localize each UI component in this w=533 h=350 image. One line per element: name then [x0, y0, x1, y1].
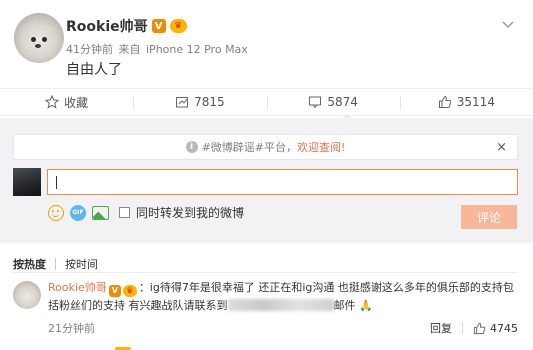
- author-username[interactable]: Rookie帅哥: [66, 16, 148, 36]
- image-icon[interactable]: [92, 205, 109, 220]
- repost-count: 7815: [194, 95, 225, 109]
- post-action-bar: 收藏 7815 5874 35114: [0, 88, 533, 116]
- sort-by-hot-tab[interactable]: 按热度: [13, 256, 46, 272]
- author-avatar[interactable]: [14, 13, 64, 63]
- post-source: iPhone 12 Pro Max: [146, 43, 248, 56]
- verified-v-icon: V: [108, 284, 121, 297]
- favorite-label: 收藏: [64, 95, 89, 110]
- submit-comment-button[interactable]: 评论: [461, 205, 517, 229]
- sort-divider: [55, 258, 56, 270]
- repost-button[interactable]: 7815: [133, 89, 266, 115]
- like-count: 35114: [456, 95, 495, 109]
- gif-icon[interactable]: GIF: [70, 204, 86, 221]
- comment-composer-area: i #微博辟谣#平台， 欢迎查阅! × GIF 同时转发到我的微博 评论: [0, 118, 533, 243]
- commenter-avatar[interactable]: [13, 281, 41, 309]
- repost-icon: [176, 97, 189, 108]
- rumor-notice-bar: i #微博辟谣#平台， 欢迎查阅! ×: [13, 134, 518, 160]
- comment-button[interactable]: 5874: [266, 89, 400, 115]
- comment-item: Rookie帅哥 V ♛ ：ig待得7年是很幸福了 还正在和ig沟通 也挺感谢这么多年…: [0, 278, 533, 350]
- comment-like-button[interactable]: 4745: [473, 322, 518, 335]
- comment-like-count: 4745: [490, 321, 518, 335]
- post-text: 自由人了: [66, 62, 122, 78]
- redacted-email-blur: [227, 298, 334, 311]
- like-button[interactable]: 35114: [399, 89, 533, 115]
- avatar-nose: [35, 44, 41, 48]
- close-icon[interactable]: ×: [496, 140, 507, 155]
- avatar-eye-left: [31, 37, 36, 42]
- post-meta: 41分钟前 来自 iPhone 12 Pro Max: [66, 41, 250, 57]
- post-time[interactable]: 41分钟前: [66, 43, 113, 56]
- comment-count: 5874: [327, 95, 358, 109]
- verified-v-icon: V: [151, 19, 166, 33]
- emoji-icon[interactable]: [48, 204, 64, 221]
- forward-label: 同时转发到我的微博: [136, 206, 245, 220]
- reply-button[interactable]: 回复: [430, 320, 452, 336]
- thumbs-up-icon: [438, 95, 451, 108]
- comment-footer: 21分钟前 回复 4745: [48, 320, 518, 336]
- post-header: Rookie帅哥 V ♛ 41分钟前 来自 iPhone 12 Pro Max …: [14, 13, 519, 83]
- footer-divider: [462, 322, 463, 334]
- comment-sort-bar: 按热度 按时间: [13, 256, 98, 272]
- source-prefix: 来自: [118, 43, 141, 56]
- info-icon: i: [185, 141, 198, 153]
- comment-input[interactable]: [47, 169, 518, 195]
- commenter-username[interactable]: Rookie帅哥: [48, 281, 107, 294]
- my-avatar[interactable]: [13, 168, 41, 196]
- commenter-badges: V ♛: [108, 284, 137, 297]
- crown-badge-icon: ♛: [122, 284, 137, 297]
- comment-time: 21分钟前: [48, 322, 95, 335]
- comment-body: Rookie帅哥 V ♛ ：ig待得7年是很幸福了 还正在和ig沟通 也挺感谢这么多年…: [48, 279, 518, 314]
- comment-icon: [309, 96, 322, 109]
- avatar-eye-right: [42, 37, 47, 42]
- composer-tools: GIF 同时转发到我的微博: [48, 204, 244, 221]
- forward-checkbox[interactable]: [119, 207, 130, 218]
- sort-divider-line: [13, 272, 518, 273]
- thumbs-up-icon: [473, 322, 486, 334]
- text-caret: [56, 176, 57, 189]
- notice-text: #微博辟谣#平台，: [201, 141, 297, 154]
- favorite-button[interactable]: 收藏: [0, 89, 133, 115]
- comment-text-end: 邮件 🙏: [333, 298, 373, 312]
- author-name-row: Rookie帅哥 V ♛: [66, 16, 187, 36]
- crown-badge-icon: ♛: [169, 19, 187, 33]
- sort-by-time-tab[interactable]: 按时间: [65, 256, 98, 272]
- notice-link[interactable]: 欢迎查阅!: [297, 139, 345, 155]
- star-icon: [45, 95, 60, 109]
- chevron-down-icon[interactable]: [500, 16, 516, 32]
